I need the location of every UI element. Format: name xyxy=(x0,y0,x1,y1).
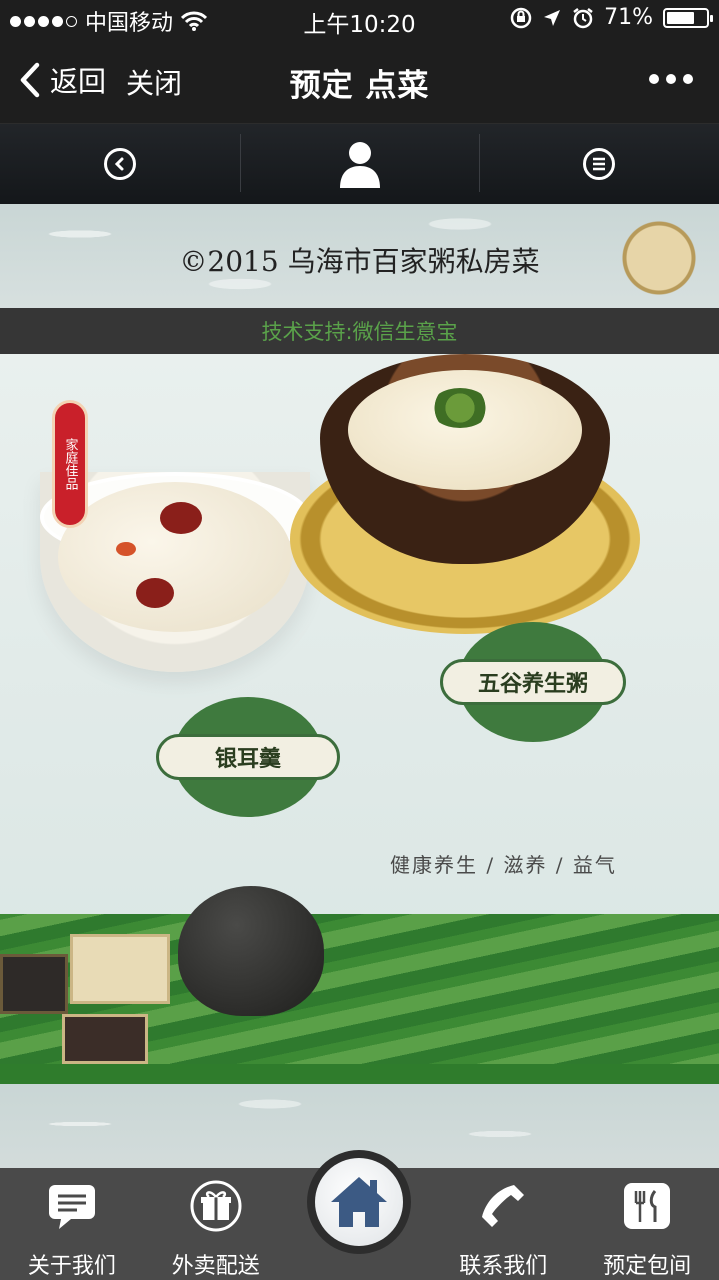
battery-fill xyxy=(667,11,694,24)
toolbar-back-button[interactable] xyxy=(0,124,240,204)
orientation-lock-icon xyxy=(510,7,532,28)
home-button-face xyxy=(315,1158,403,1246)
menu-circle-icon xyxy=(583,148,616,180)
chat-icon xyxy=(46,1180,98,1232)
tab-label: 关于我们 xyxy=(27,1254,116,1279)
poster-badge: 家庭佳品 xyxy=(52,400,88,528)
clay-jar xyxy=(178,886,324,1016)
tab-label: 预定包间 xyxy=(603,1254,692,1279)
battery-percent: 71% xyxy=(604,5,653,30)
battery-icon xyxy=(663,7,713,28)
copyright-text: ©2015 乌海市百家粥私房菜 xyxy=(179,245,540,278)
top-toolbar xyxy=(0,124,719,204)
status-right: 71% xyxy=(510,5,713,30)
tab-label: 外卖配送 xyxy=(171,1254,260,1279)
poster-tagline: 健康养生 / 滋养 / 益气 xyxy=(390,853,617,877)
back-circle-icon xyxy=(103,148,136,180)
page-content: ©2015 乌海市百家粥私房菜 技术支持:微信生意宝 家庭佳品 五谷养生粥 银耳… xyxy=(0,204,719,1168)
more-dots-icon[interactable] xyxy=(649,74,693,84)
tab-about-us[interactable]: 关于我们 xyxy=(0,1168,144,1280)
tab-book-room[interactable]: 预定包间 xyxy=(575,1168,719,1280)
tab-delivery[interactable]: 外卖配送 xyxy=(144,1168,288,1280)
grain-box xyxy=(70,934,170,1004)
phone-icon xyxy=(477,1180,529,1232)
nav-bar: 返回 关闭 预定 点菜 xyxy=(0,40,719,124)
grain-box xyxy=(62,1014,148,1064)
page-title: 预定 点菜 xyxy=(289,68,430,104)
location-arrow-icon xyxy=(544,9,561,26)
toolbar-menu-button[interactable] xyxy=(479,124,719,204)
tab-label: 联系我们 xyxy=(459,1254,548,1279)
home-icon xyxy=(331,1177,387,1227)
grain-box xyxy=(0,954,68,1014)
menu-poster-image: 家庭佳品 五谷养生粥 银耳羹 健康养生 / 滋养 / 益气 xyxy=(0,354,719,1084)
toolbar-user-button[interactable] xyxy=(239,124,480,204)
gift-icon xyxy=(190,1180,242,1232)
utensils-icon xyxy=(621,1180,673,1232)
alarm-icon xyxy=(573,7,593,28)
tab-contact-us[interactable]: 联系我们 xyxy=(431,1168,575,1280)
green-stripe xyxy=(0,1064,719,1084)
support-text: 技术支持:微信生意宝 xyxy=(0,308,719,354)
home-button[interactable] xyxy=(307,1150,411,1254)
copyright-banner: ©2015 乌海市百家粥私房菜 xyxy=(0,204,719,308)
user-icon xyxy=(339,142,380,188)
status-bar: 中国移动 上午10:20 71% xyxy=(0,0,719,40)
